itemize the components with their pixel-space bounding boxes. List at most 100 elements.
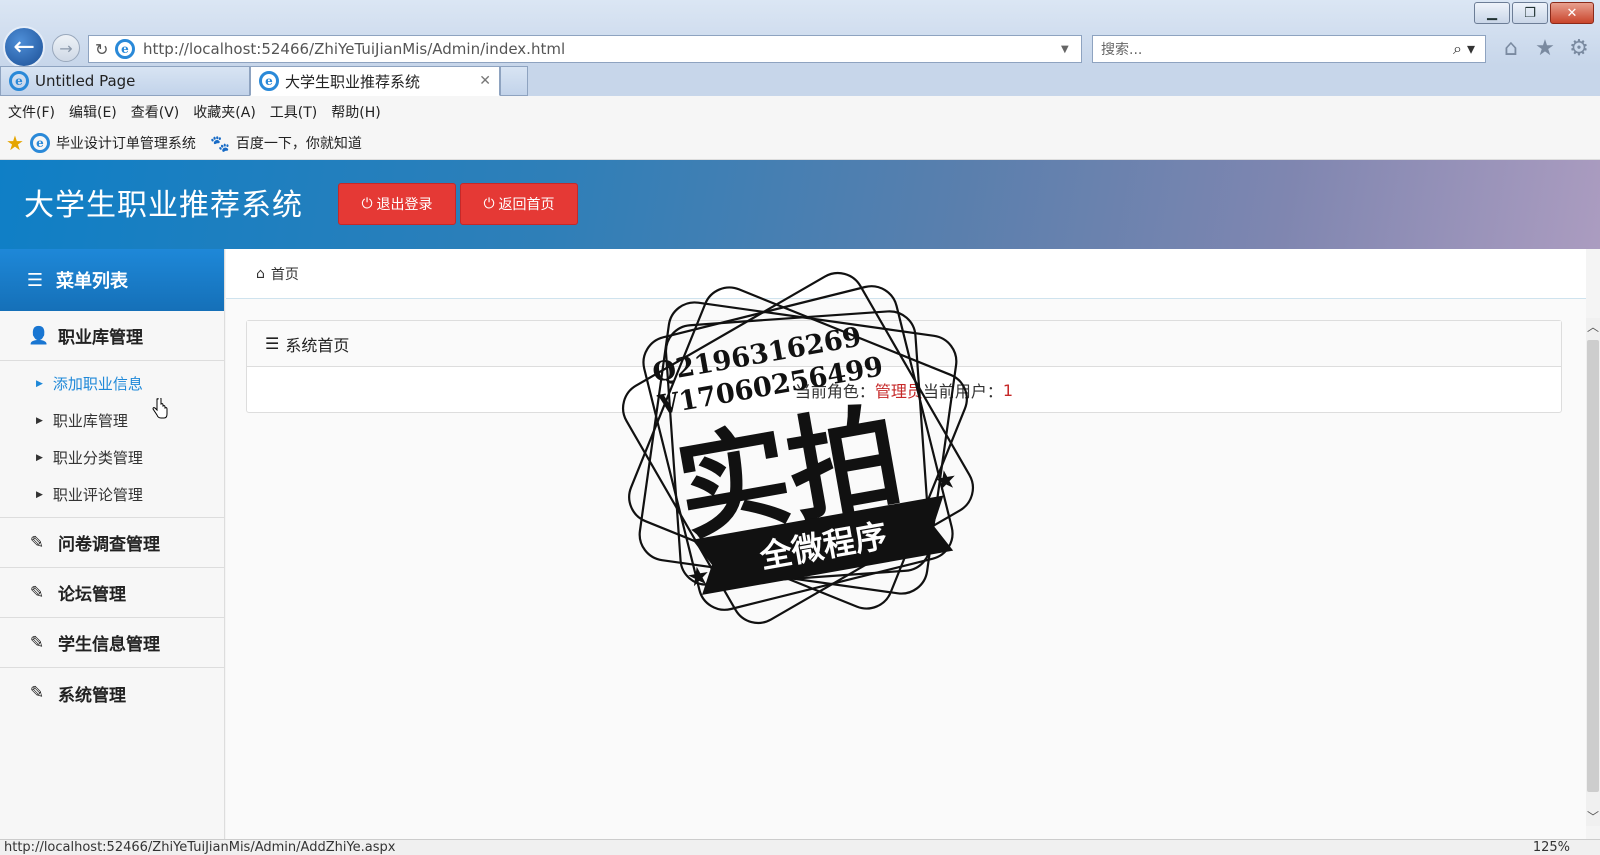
edit-icon: ✎ [29,582,45,603]
panel-header: ☰ 系统首页 [247,321,1561,367]
sidebar-group-students[interactable]: ✎ 学生信息管理 [0,618,224,668]
tab-label: 大学生职业推荐系统 [285,72,421,91]
menu-view[interactable]: 查看(V) [131,102,180,122]
logout-label: 退出登录 [376,197,433,213]
edit-icon: ✎ [29,683,45,703]
sidebar-group-survey[interactable]: ✎ 问卷调查管理 [0,518,224,568]
user-value: 1 [1002,380,1014,400]
sidebar-item-career-comments[interactable]: ▶ 职业评论管理 [0,476,224,513]
power-icon: ⏻ [361,196,373,212]
sidebar: ☰ 菜单列表 👤 职业库管理 ▶ 添加职业信息 ▶ 职业库管理 ▶ 职业分类管理… [0,249,225,839]
sidebar-header: ☰ 菜单列表 [0,249,224,311]
search-icon[interactable]: ⌕ ▾ [1453,39,1485,59]
favorite-label: 百度一下，你就知道 [235,136,362,152]
favorite-label: 毕业设计订单管理系统 [55,136,196,152]
app-title: 大学生职业推荐系统 [24,188,303,223]
ie-icon: e [115,39,135,59]
sidebar-group-label: 问卷调查管理 [58,535,160,555]
sidebar-submenu: ▶ 添加职业信息 ▶ 职业库管理 ▶ 职业分类管理 ▶ 职业评论管理 [0,361,224,518]
tab-label: Untitled Page [35,72,136,90]
return-home-button[interactable]: ⏻ 返回首页 [460,183,578,225]
sidebar-item-label: 职业库管理 [52,412,128,430]
edit-icon: ✎ [29,532,45,553]
breadcrumb: ⌂ 首页 [226,249,1586,299]
browser-tools: ⌂ ★ ⚙ [1498,34,1592,62]
caret-right-icon: ▶ [36,489,43,500]
main-content: ⌂ 首页 ☰ 系统首页 当前角色： 管理员 当前用户： 1 [226,249,1586,839]
tab-active-system[interactable]: e 大学生职业推荐系统 ✕ [250,66,500,96]
status-bar: http://localhost:52466/ZhiYeTuiJianMis/A… [0,839,1600,855]
sidebar-item-add-career[interactable]: ▶ 添加职业信息 [0,365,224,402]
chevron-down-icon[interactable]: ▼ [1061,44,1081,55]
sidebar-item-career-library[interactable]: ▶ 职业库管理 [0,402,224,439]
tab-strip: e Untitled Page e 大学生职业推荐系统 ✕ [0,66,1600,96]
list-icon: ☰ [26,269,44,291]
tab-untitled-page[interactable]: e Untitled Page [0,66,250,96]
panel-body: 当前角色： 管理员 当前用户： 1 [247,367,1561,413]
menu-edit[interactable]: 编辑(E) [69,102,117,122]
sidebar-group-career-library[interactable]: 👤 职业库管理 [0,311,224,361]
caret-right-icon: ▶ [36,415,43,426]
role-value: 管理员 [874,382,923,401]
star-icon[interactable]: ★ [1532,34,1558,62]
menu-favorites[interactable]: 收藏夹(A) [193,102,256,122]
sidebar-item-label: 职业评论管理 [52,486,143,504]
gear-icon[interactable]: ⚙ [1566,34,1592,62]
new-tab-button[interactable] [500,66,528,96]
minimize-icon[interactable]: ▁ [1474,2,1510,24]
sidebar-group-label: 学生信息管理 [58,635,160,655]
baidu-paw-icon: 🐾 [209,133,230,153]
close-tab-icon[interactable]: ✕ [479,73,491,89]
window-controls: ▁ ❐ ✕ [1474,2,1594,24]
sidebar-group-label: 系统管理 [58,685,126,706]
hand-cursor-icon [152,398,168,419]
page-scrollbar[interactable]: ︿ ﹀ [1586,318,1600,826]
sidebar-group-system[interactable]: ✎ 系统管理 [0,668,224,718]
search-input[interactable]: 搜索... [1101,39,1453,59]
forward-button[interactable]: → [52,34,80,62]
menu-bar: 文件(F) 编辑(E) 查看(V) 收藏夹(A) 工具(T) 帮助(H) [0,96,1600,127]
logout-button[interactable]: ⏻ 退出登录 [338,183,456,225]
menu-tools[interactable]: 工具(T) [270,102,317,122]
arrow-right-icon: → [59,38,73,58]
menu-help[interactable]: 帮助(H) [331,102,380,122]
sidebar-item-label: 添加职业信息 [52,375,143,393]
sidebar-group-label: 职业库管理 [58,328,143,348]
sidebar-header-label: 菜单列表 [56,271,128,292]
edit-icon: ✎ [29,632,45,653]
arrow-left-icon: ← [13,32,35,62]
restore-icon[interactable]: ❐ [1512,2,1548,24]
favorite-link-order-system[interactable]: e 毕业设计订单管理系统 [29,133,196,153]
close-window-icon[interactable]: ✕ [1550,2,1594,24]
favorite-link-baidu[interactable]: 🐾 百度一下，你就知道 [210,133,362,153]
power-icon: ⏻ [483,196,495,212]
favorites-star-icon[interactable]: ★ [6,131,24,155]
user-icon: 👤 [28,325,50,346]
ie-icon: e [9,71,29,91]
scroll-thumb[interactable] [1587,340,1599,792]
bars-icon: ☰ [265,334,280,353]
zoom-level[interactable]: 125% [1533,840,1570,855]
scroll-down-icon[interactable]: ﹀ [1586,808,1600,826]
sidebar-item-label: 职业分类管理 [52,449,143,467]
breadcrumb-home[interactable]: 首页 [271,264,299,284]
sidebar-group-label: 论坛管理 [58,585,126,605]
home-icon[interactable]: ⌂ [1498,34,1524,62]
menu-file[interactable]: 文件(F) [8,102,55,122]
home-icon: ⌂ [256,265,265,282]
sidebar-group-forum[interactable]: ✎ 论坛管理 [0,568,224,618]
ie-icon: e [259,71,279,91]
back-button[interactable]: ← [3,26,45,68]
refresh-icon[interactable]: ↻ [95,40,115,59]
scroll-up-icon[interactable]: ︿ [1586,318,1600,336]
role-label: 当前角色： [794,382,875,401]
user-label: 当前用户： [922,382,1003,401]
address-input[interactable]: http://localhost:52466/ZhiYeTuiJianMis/A… [143,40,1061,58]
sidebar-item-career-category[interactable]: ▶ 职业分类管理 [0,439,224,476]
search-box[interactable]: 搜索... ⌕ ▾ [1092,35,1486,63]
caret-right-icon: ▶ [36,452,43,463]
system-home-panel: ☰ 系统首页 当前角色： 管理员 当前用户： 1 [246,320,1562,413]
ie-icon: e [29,133,50,153]
panel-title: 系统首页 [285,335,350,355]
address-bar[interactable]: ↻ e http://localhost:52466/ZhiYeTuiJianM… [88,35,1082,63]
